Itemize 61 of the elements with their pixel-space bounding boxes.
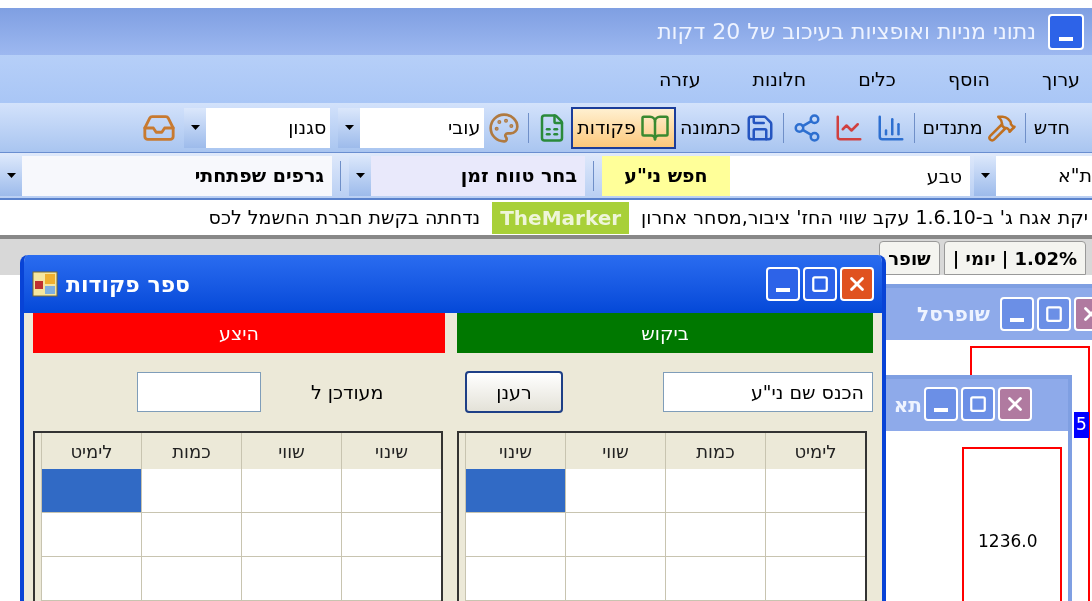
dropdown-button[interactable] <box>349 155 371 196</box>
palette-icon[interactable] <box>488 111 521 144</box>
minimize-icon <box>776 288 790 292</box>
caret-icon <box>355 173 365 178</box>
orders-button[interactable]: פקודות <box>571 106 676 149</box>
dropdown-button[interactable] <box>338 107 361 148</box>
close-button[interactable] <box>840 267 874 301</box>
window-title: תא <box>893 392 922 419</box>
dropdown-button[interactable] <box>184 107 207 148</box>
menu-item[interactable]: ערוך <box>1042 64 1080 94</box>
maximize-icon <box>811 275 829 293</box>
minimize-button[interactable] <box>924 387 958 421</box>
exchange-combo[interactable]: ת"א <box>974 155 1092 196</box>
refresh-button[interactable]: רענן <box>465 371 563 413</box>
thickness-combo[interactable]: עובי <box>338 107 485 148</box>
dropdown-button[interactable] <box>974 155 996 196</box>
app-icon <box>32 271 58 297</box>
opened-charts-combo[interactable]: גרפים שפתחתי <box>0 155 332 196</box>
updated-time-field[interactable] <box>137 372 261 412</box>
minimize-button[interactable] <box>1048 13 1084 50</box>
menu-item[interactable]: כלים <box>858 64 896 94</box>
maximize-icon <box>969 395 987 413</box>
menu-item[interactable]: הוסף <box>947 64 990 94</box>
oscillators-button[interactable]: מתנדים <box>922 112 1017 143</box>
tab[interactable]: שופר <box>879 241 940 275</box>
minimize-button[interactable] <box>1000 297 1034 331</box>
security-search-field[interactable]: טבע <box>730 155 970 196</box>
axis-label: 1236.0 <box>978 530 1038 553</box>
caret-icon <box>980 173 990 178</box>
dropdown-button[interactable] <box>0 155 22 196</box>
minimize-icon <box>1059 36 1073 41</box>
news-ticker-text: נדחתה בקשת חברת החשמל לכס <box>208 205 481 231</box>
tab[interactable]: 1.02% | יומי | <box>943 241 1086 275</box>
window-title: נתוני מניות ואופציות בעיכוב של 20 דקות <box>657 18 1036 46</box>
caret-icon <box>344 125 354 130</box>
style-combo[interactable]: סגנון <box>184 107 331 148</box>
updated-label: מעודכן ל <box>311 379 384 405</box>
minimize-icon <box>934 408 948 412</box>
bid-header: ביקוש <box>457 313 873 353</box>
save-image-button[interactable]: כתמונה <box>679 112 775 143</box>
search-security-button[interactable]: חפש ני"ע <box>602 155 730 196</box>
time-range-combo[interactable]: בחר טווח זמן <box>349 155 585 196</box>
maximize-button[interactable] <box>1037 297 1071 331</box>
caret-icon <box>6 173 16 178</box>
ask-header: היצע <box>33 313 445 353</box>
dialog-title: ספר פקודות <box>66 270 191 299</box>
close-button[interactable] <box>998 387 1032 421</box>
logo: TheMarker <box>492 201 630 234</box>
axis-label: 5 <box>1074 412 1089 438</box>
minimize-button[interactable] <box>766 267 800 301</box>
maximize-icon <box>1045 305 1063 323</box>
menu-item[interactable]: עזרה <box>658 64 701 94</box>
maximize-button[interactable] <box>961 387 995 421</box>
window-title: שופרסל <box>917 301 990 328</box>
news-ticker-text: יקת אגח ג' ב-1.6.10 עקב שווי החז' ציבור,מסחר אחרון <box>641 205 1089 231</box>
menu-item[interactable]: חלונות <box>752 64 807 94</box>
new-button[interactable]: חדש <box>1033 113 1070 142</box>
security-name-field[interactable]: הכנס שם ני"ע <box>663 372 873 412</box>
maximize-button[interactable] <box>803 267 837 301</box>
minimize-icon <box>1010 318 1024 322</box>
caret-icon <box>190 125 200 130</box>
